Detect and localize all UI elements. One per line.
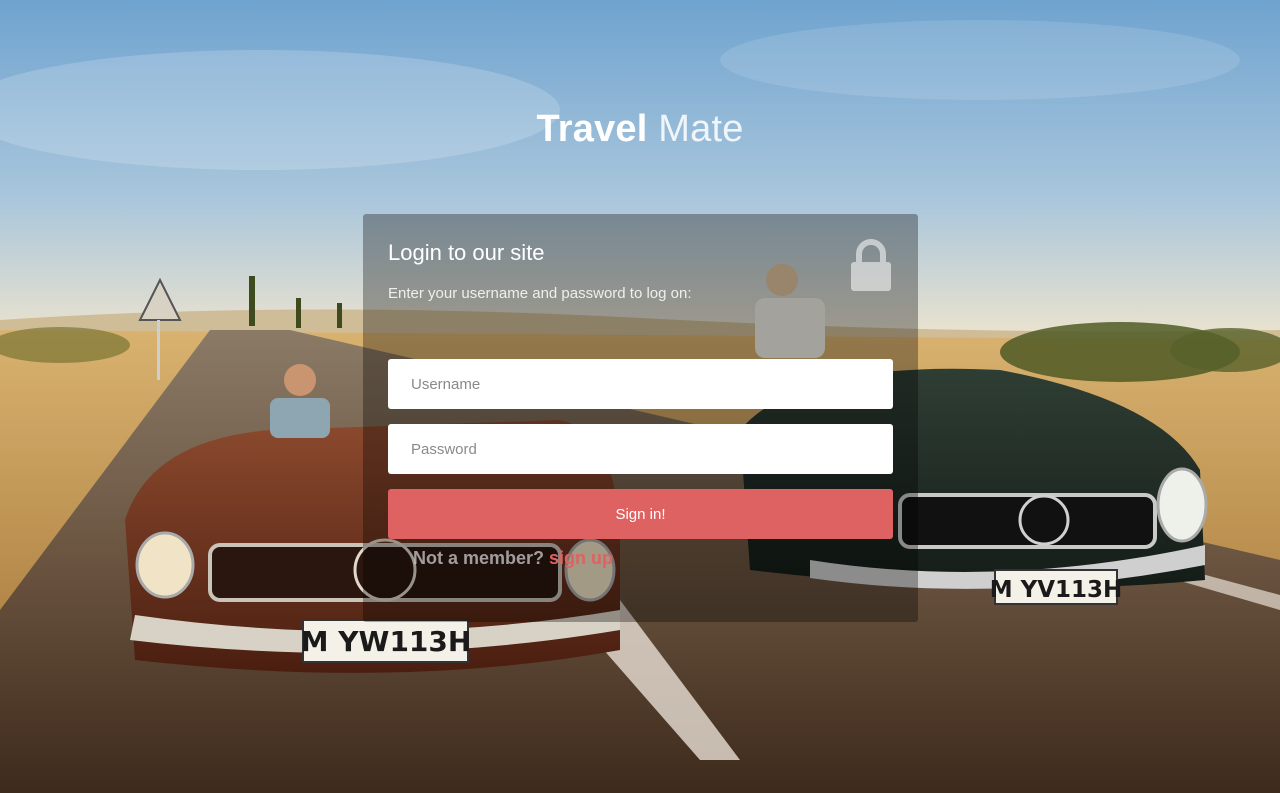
brand-logo: Travel Mate xyxy=(0,108,1280,151)
username-input[interactable] xyxy=(388,359,893,409)
sign-up-link[interactable]: sign up xyxy=(549,548,613,568)
svg-text:M YW113H: M YW113H xyxy=(301,625,472,658)
signup-prompt: Not a member? sign up xyxy=(413,548,613,569)
brand-bold: Travel xyxy=(536,108,648,150)
svg-text:M YV113H: M YV113H xyxy=(990,577,1123,603)
login-header: Login to our site Enter your username an… xyxy=(363,214,918,334)
login-title: Login to our site xyxy=(388,240,545,265)
member-text: Not a member? xyxy=(413,548,545,568)
brand-light: Mate xyxy=(658,108,744,150)
lock-icon xyxy=(849,238,893,292)
login-subtitle: Enter your username and password to log … xyxy=(388,285,692,302)
login-panel: Login to our site Enter your username an… xyxy=(363,214,918,622)
password-input[interactable] xyxy=(388,424,893,474)
sign-in-button[interactable]: Sign in! xyxy=(388,489,893,539)
